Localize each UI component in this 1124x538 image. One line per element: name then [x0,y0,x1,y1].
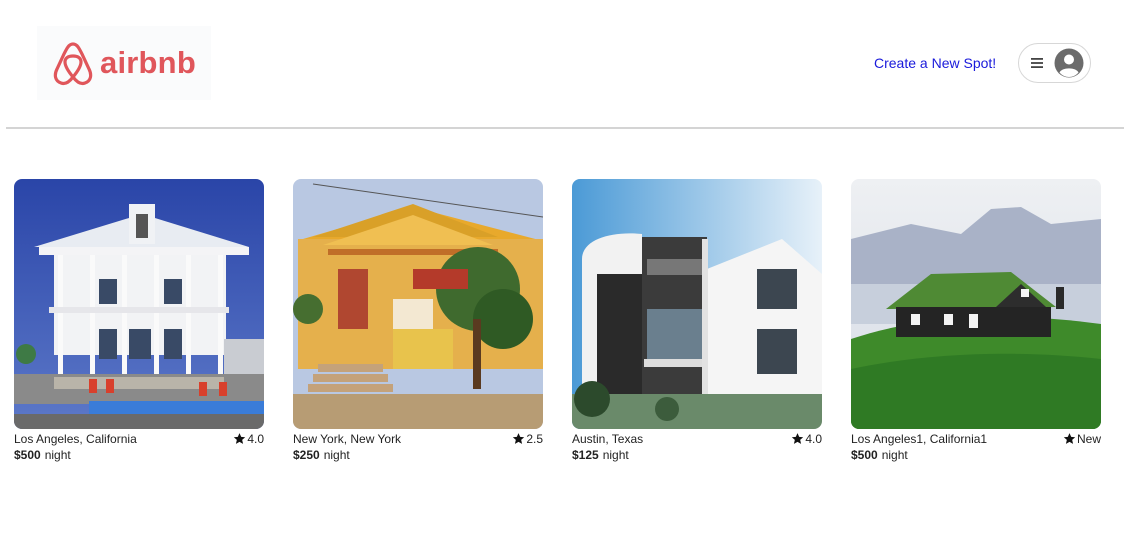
spot-rating-value: 4.0 [247,431,264,446]
spot-rating: 4.0 [791,432,822,446]
spot-rating-value: 4.0 [805,431,822,446]
logo[interactable]: airbnb [37,26,211,100]
spot-price-unit: night [323,448,350,462]
spot-price: $500 [851,448,878,462]
star-icon [792,433,804,444]
star-icon [513,433,525,444]
spot-card[interactable]: Austin, Texas 4.0 $125 night [572,179,822,462]
spot-price-unit: night [602,448,629,462]
header-divider [6,127,1124,129]
spot-image-grass-roof-cabin[interactable] [851,179,1101,429]
spot-price: $500 [14,448,41,462]
spot-location: Austin, Texas [572,431,644,446]
spot-image-modern-building[interactable] [572,179,822,429]
spot-card[interactable]: Los Angeles1, California1 New $500 night [851,179,1101,462]
airbnb-logo-icon [53,42,93,86]
spot-price-unit: night [44,448,71,462]
spot-location: New York, New York [293,431,402,446]
spot-price: $125 [572,448,599,462]
logo-text: airbnb [100,45,196,80]
star-icon [1063,433,1076,444]
spot-rating: 4.0 [233,432,264,446]
spot-location: Los Angeles, California [14,431,137,446]
star-icon [234,433,246,444]
profile-menu-button[interactable] [1018,43,1091,83]
spot-rating-value: New [1076,431,1101,446]
spot-rating-value: 2.5 [526,431,543,446]
spot-image-white-beach-house[interactable] [14,179,264,429]
spot-price-unit: night [881,448,908,462]
user-avatar-icon [1054,48,1084,78]
spot-card[interactable]: Los Angeles, California 4.0 $500 night [14,179,264,462]
top-nav: airbnb Create a New Spot! [0,0,1124,128]
create-new-spot-link[interactable]: Create a New Spot! [874,55,996,71]
spot-image-yellow-bungalow[interactable] [293,179,543,429]
spot-card[interactable]: New York, New York 2.5 $250 night [293,179,543,462]
spot-rating: 2.5 [512,432,543,446]
spot-price: $250 [293,448,320,462]
spot-rating: New [1063,432,1101,446]
spot-location: Los Angeles1, California1 [851,431,988,446]
hamburger-menu-icon [1031,58,1043,68]
